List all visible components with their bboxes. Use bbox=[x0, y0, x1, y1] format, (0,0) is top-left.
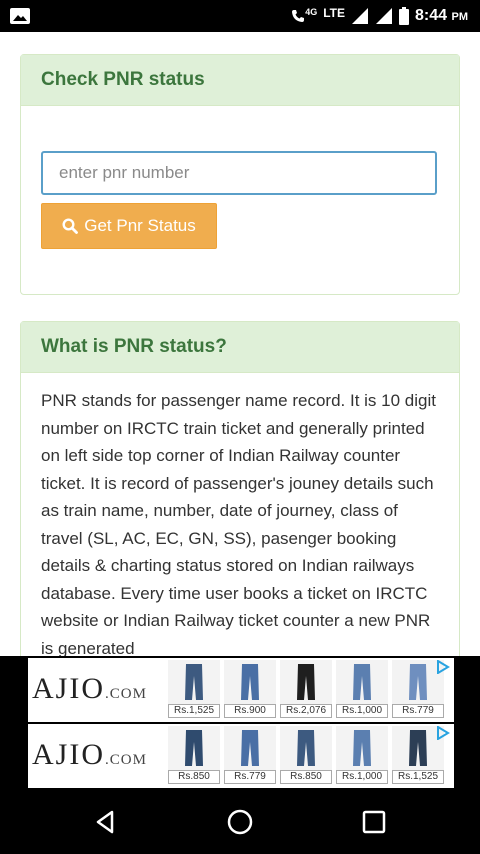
check-pnr-title: Check PNR status bbox=[21, 55, 459, 106]
product-tile[interactable]: Rs.850 bbox=[280, 726, 332, 784]
product-tile[interactable]: Rs.1,000 bbox=[336, 660, 388, 718]
price-label: Rs.779 bbox=[392, 704, 444, 718]
price-label: Rs.1,525 bbox=[168, 704, 220, 718]
price-label: Rs.1,000 bbox=[336, 770, 388, 784]
product-tile[interactable]: Rs.900 bbox=[224, 660, 276, 718]
jeans-icon bbox=[409, 730, 427, 766]
ad-banner-area: AJIO.COM Rs.1,525 Rs.900 Rs.2,076 Rs.1,0… bbox=[0, 656, 480, 790]
product-tile[interactable]: Rs.779 bbox=[224, 726, 276, 784]
ajio-logo: AJIO.COM bbox=[32, 672, 147, 705]
search-icon bbox=[62, 218, 79, 234]
what-is-pnr-body: PNR stands for passenger name record. It… bbox=[41, 391, 436, 656]
jeans-icon bbox=[241, 664, 259, 700]
get-pnr-status-button[interactable]: Get Pnr Status bbox=[41, 203, 217, 249]
back-icon[interactable] bbox=[92, 808, 120, 836]
lte-label: LTE bbox=[323, 6, 346, 20]
ad-banner[interactable]: AJIO.COM Rs.1,525 Rs.900 Rs.2,076 Rs.1,0… bbox=[28, 658, 454, 722]
home-icon[interactable] bbox=[226, 808, 254, 836]
product-tile[interactable]: Rs.1,000 bbox=[336, 726, 388, 784]
jeans-icon bbox=[297, 730, 315, 766]
image-icon bbox=[10, 8, 30, 24]
ajio-logo: AJIO.COM bbox=[32, 738, 147, 771]
signal-icon bbox=[352, 8, 369, 24]
check-pnr-card: Check PNR status Get Pnr Status bbox=[20, 54, 460, 295]
jeans-icon bbox=[185, 730, 203, 766]
price-label: Rs.1,525 bbox=[392, 770, 444, 784]
battery-icon bbox=[399, 7, 410, 25]
jeans-icon bbox=[353, 664, 371, 700]
product-tile[interactable]: Rs.850 bbox=[168, 726, 220, 784]
clock-time: 8:44 bbox=[415, 7, 448, 24]
what-is-pnr-card: What is PNR status? PNR stands for passe… bbox=[20, 321, 460, 656]
recents-icon[interactable] bbox=[360, 808, 388, 836]
clock: 8:44 PM bbox=[415, 7, 468, 25]
product-tile[interactable]: Rs.2,076 bbox=[280, 660, 332, 718]
page-content[interactable]: Check PNR status Get Pnr Status What is … bbox=[0, 32, 480, 656]
price-label: Rs.900 bbox=[224, 704, 276, 718]
price-label: Rs.2,076 bbox=[280, 704, 332, 718]
signal-icon-2 bbox=[376, 8, 393, 24]
price-label: Rs.850 bbox=[168, 770, 220, 784]
jeans-icon bbox=[241, 730, 259, 766]
price-label: Rs.850 bbox=[280, 770, 332, 784]
ad-banner[interactable]: AJIO.COM Rs.850 Rs.779 Rs.850 Rs.1,000 R… bbox=[28, 724, 454, 788]
network-type: 4G bbox=[305, 7, 318, 17]
product-tile[interactable]: Rs.1,525 bbox=[168, 660, 220, 718]
what-is-pnr-title: What is PNR status? bbox=[21, 322, 459, 373]
call-icon bbox=[292, 10, 305, 22]
jeans-icon bbox=[297, 664, 315, 700]
navigation-bar bbox=[0, 790, 480, 854]
clock-ampm: PM bbox=[451, 11, 469, 23]
jeans-icon bbox=[409, 664, 427, 700]
adchoices-icon[interactable] bbox=[436, 726, 450, 740]
jeans-icon bbox=[185, 664, 203, 700]
price-label: Rs.779 bbox=[224, 770, 276, 784]
jeans-icon bbox=[353, 730, 371, 766]
pnr-input[interactable] bbox=[41, 151, 437, 195]
get-pnr-status-label: Get Pnr Status bbox=[84, 216, 196, 235]
adchoices-icon[interactable] bbox=[436, 660, 450, 674]
price-label: Rs.1,000 bbox=[336, 704, 388, 718]
status-bar: 4G LTE 8:44 PM bbox=[0, 0, 480, 32]
